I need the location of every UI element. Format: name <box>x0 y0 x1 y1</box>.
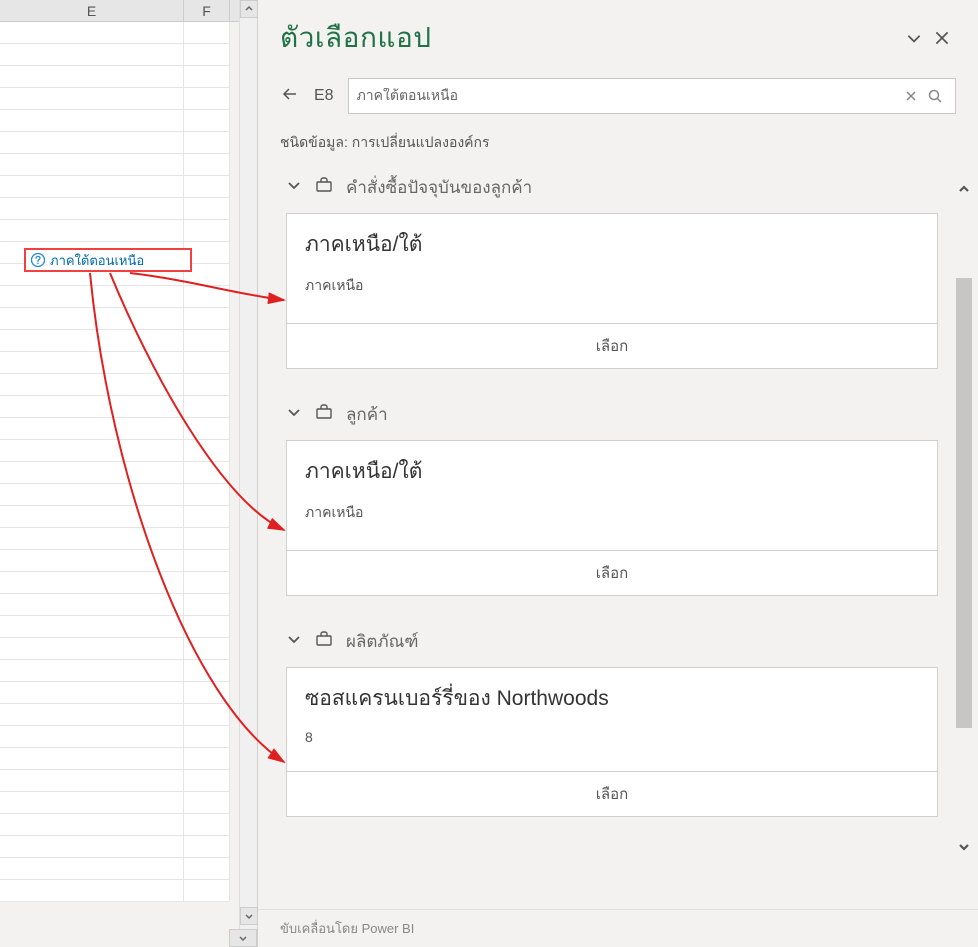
search-input[interactable] <box>357 88 899 104</box>
briefcase-icon <box>314 629 334 654</box>
search-icon[interactable] <box>923 88 947 104</box>
app-options-pane: ตัวเลือกแอป E8 ชนิดข้อมูล: การเปลี่ยนแปล… <box>258 0 978 947</box>
scroll-corner-dropdown[interactable] <box>229 929 257 947</box>
search-box[interactable] <box>348 78 956 114</box>
datatype-label: ชนิดข้อมูล: การเปลี่ยนแปลงองค์กร <box>258 132 978 168</box>
scroll-up-arrow[interactable] <box>954 178 974 200</box>
chevron-down-icon[interactable] <box>286 404 302 425</box>
spreadsheet-area: E F <box>0 0 258 947</box>
result-card[interactable]: ซอสแครนเบอร์รี่ของ Northwoods 8 เลือก <box>286 667 938 817</box>
question-mark-icon <box>30 252 46 268</box>
scroll-down-button[interactable] <box>240 907 258 925</box>
scroll-thumb[interactable] <box>956 278 972 728</box>
card-subtitle: ภาคเหนือ <box>305 502 919 524</box>
column-header-f[interactable]: F <box>184 0 230 21</box>
result-group: คำสั่งซื้อปัจจุบันของลูกค้า ภาคเหนือ/ใต้… <box>286 168 938 369</box>
column-header-e[interactable]: E <box>0 0 184 21</box>
chevron-down-icon[interactable] <box>286 177 302 198</box>
card-title: ซอสแครนเบอร์รี่ของ Northwoods <box>305 682 919 715</box>
card-subtitle: ภาคเหนือ <box>305 275 919 297</box>
sheet-vertical-scrollbar[interactable] <box>239 0 257 947</box>
pane-footer: ขับเคลื่อนโดย Power BI <box>258 909 978 947</box>
group-header: คำสั่งซื้อปัจจุบันของลูกค้า <box>346 174 532 201</box>
back-button[interactable] <box>280 84 300 109</box>
pane-close-button[interactable] <box>928 29 956 47</box>
select-button[interactable]: เลือก <box>287 771 937 816</box>
selected-cell-callout[interactable]: ภาคใต้ตอนเหนือ <box>24 248 192 272</box>
result-group: ผลิตภัณฑ์ ซอสแครนเบอร์รี่ของ Northwoods … <box>286 622 938 817</box>
result-card[interactable]: ภาคเหนือ/ใต้ ภาคเหนือ เลือก <box>286 213 938 369</box>
selected-cell-text: ภาคใต้ตอนเหนือ <box>50 250 144 271</box>
pane-title: ตัวเลือกแอป <box>280 16 900 60</box>
scroll-up-button[interactable] <box>240 0 258 18</box>
briefcase-icon <box>314 175 334 200</box>
group-header: ลูกค้า <box>346 401 388 428</box>
pane-scrollbar[interactable] <box>954 178 974 858</box>
chevron-down-icon[interactable] <box>286 631 302 652</box>
card-title: ภาคเหนือ/ใต้ <box>305 455 919 488</box>
scroll-down-arrow[interactable] <box>954 836 974 858</box>
result-card[interactable]: ภาคเหนือ/ใต้ ภาคเหนือ เลือก <box>286 440 938 596</box>
briefcase-icon <box>314 402 334 427</box>
group-header: ผลิตภัณฑ์ <box>346 628 419 655</box>
column-header-row: E F <box>0 0 257 22</box>
grid-rows[interactable] <box>0 22 230 902</box>
select-button[interactable]: เลือก <box>287 550 937 595</box>
clear-search-button[interactable] <box>899 88 923 104</box>
result-group: ลูกค้า ภาคเหนือ/ใต้ ภาคเหนือ เลือก <box>286 395 938 596</box>
cell-reference-label: E8 <box>314 87 334 105</box>
pane-options-dropdown[interactable] <box>900 29 928 47</box>
card-title: ภาคเหนือ/ใต้ <box>305 228 919 261</box>
select-button[interactable]: เลือก <box>287 323 937 368</box>
card-subtitle: 8 <box>305 729 919 745</box>
